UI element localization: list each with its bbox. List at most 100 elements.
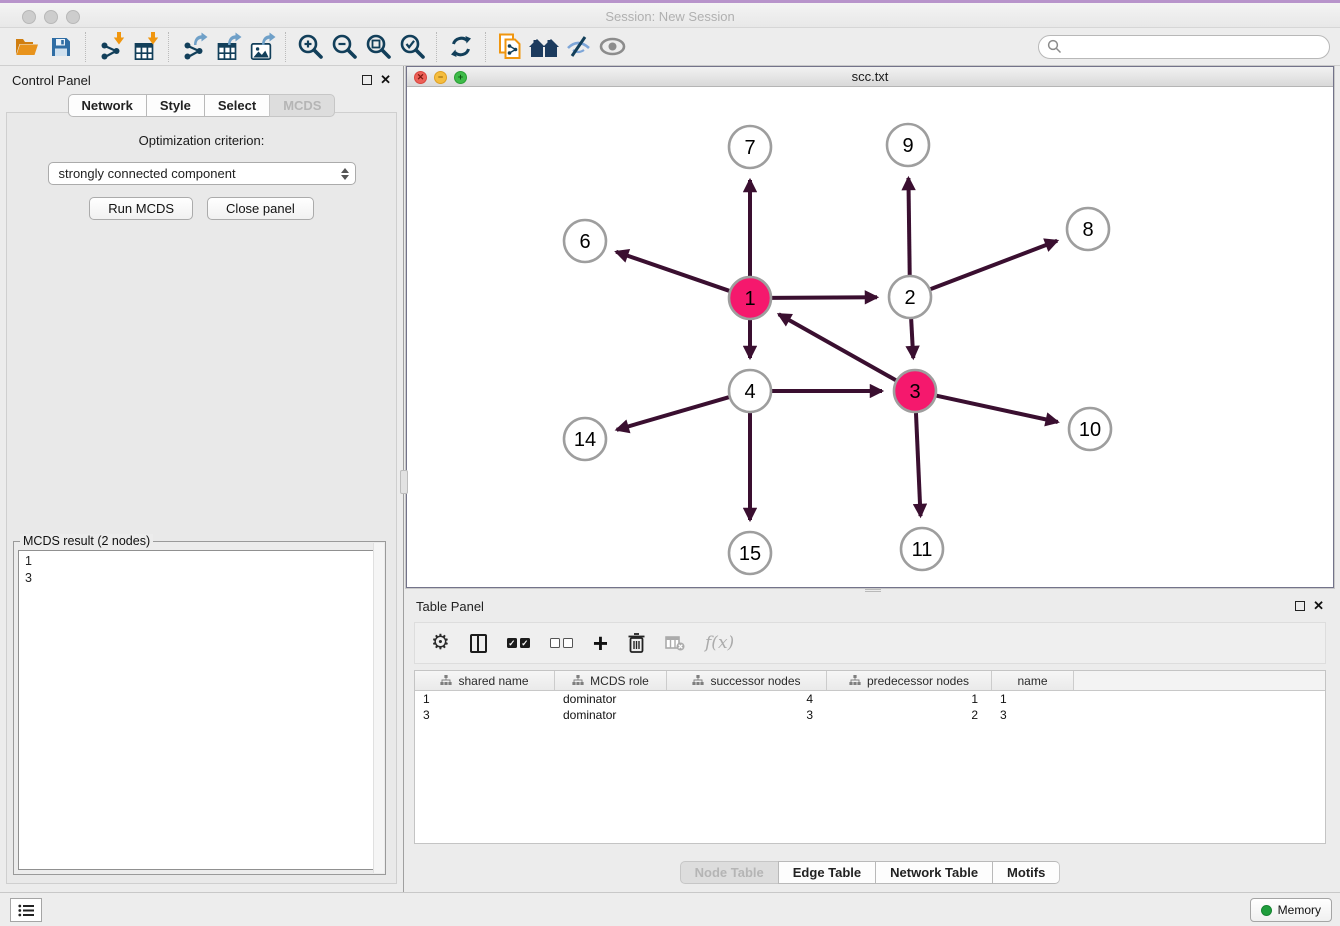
edge-1-2[interactable] bbox=[772, 297, 877, 298]
network-graph-canvas[interactable]: 7 9 6 8 1 2 4 3 14 10 15 11 bbox=[407, 87, 1333, 587]
search-box[interactable] bbox=[1038, 35, 1330, 59]
tab-network-table[interactable]: Network Table bbox=[875, 861, 992, 884]
run-mcds-button[interactable]: Run MCDS bbox=[89, 197, 193, 220]
memory-status-icon bbox=[1261, 905, 1272, 916]
network-close-icon[interactable]: ✕ bbox=[414, 71, 427, 84]
export-table-icon[interactable] bbox=[210, 31, 244, 63]
zoom-in-icon[interactable] bbox=[293, 31, 327, 63]
import-network-icon[interactable] bbox=[93, 31, 127, 63]
save-session-icon[interactable] bbox=[44, 31, 78, 63]
graph-node-8[interactable]: 8 bbox=[1067, 208, 1109, 250]
table-panel-title: Table Panel bbox=[416, 599, 484, 614]
show-columns-icon[interactable] bbox=[470, 628, 487, 658]
tab-network[interactable]: Network bbox=[68, 94, 146, 117]
tab-style[interactable]: Style bbox=[146, 94, 204, 117]
cell-successor-nodes[interactable]: 4 bbox=[667, 691, 827, 707]
edge-2-3[interactable] bbox=[911, 319, 913, 358]
export-image-icon[interactable] bbox=[244, 31, 278, 63]
control-panel-title: Control Panel bbox=[12, 73, 91, 88]
panel-splitter-grip[interactable] bbox=[400, 470, 408, 494]
memory-button[interactable]: Memory bbox=[1250, 898, 1332, 922]
cell-MCDS-role[interactable]: dominator bbox=[555, 707, 667, 723]
column-header-predecessor-nodes[interactable]: predecessor nodes bbox=[827, 671, 992, 690]
criterion-select[interactable]: strongly connected component bbox=[48, 162, 356, 185]
edge-2-9[interactable] bbox=[908, 178, 909, 275]
cell-MCDS-role[interactable]: dominator bbox=[555, 691, 667, 707]
graph-node-11[interactable]: 11 bbox=[901, 528, 943, 570]
edge-3-11[interactable] bbox=[916, 413, 921, 516]
edge-3-10[interactable] bbox=[936, 396, 1057, 422]
cell-name[interactable]: 1 bbox=[992, 691, 1074, 707]
zoom-selected-icon[interactable] bbox=[395, 31, 429, 63]
mcds-result-group: MCDS result (2 nodes) 1 3 bbox=[13, 541, 386, 875]
table-row[interactable]: 1dominator411 bbox=[415, 691, 1325, 707]
tab-mcds[interactable]: MCDS bbox=[269, 94, 335, 117]
import-arrow-icon bbox=[147, 32, 159, 45]
graph-node-2[interactable]: 2 bbox=[889, 276, 931, 318]
show-panels-icon[interactable] bbox=[595, 31, 629, 63]
edge-4-14[interactable] bbox=[617, 397, 729, 430]
graph-node-4[interactable]: 4 bbox=[729, 370, 771, 412]
mcds-result-text[interactable]: 1 3 bbox=[18, 550, 381, 870]
result-scrollbar[interactable] bbox=[373, 543, 384, 873]
delete-column-icon[interactable] bbox=[628, 628, 645, 658]
cell-successor-nodes[interactable]: 3 bbox=[667, 707, 827, 723]
node-table[interactable]: shared nameMCDS rolesuccessor nodesprede… bbox=[414, 670, 1326, 844]
zoom-out-icon[interactable] bbox=[327, 31, 361, 63]
attribute-type-icon bbox=[572, 675, 584, 686]
column-header-name[interactable]: name bbox=[992, 671, 1074, 690]
cell-shared-name[interactable]: 3 bbox=[415, 707, 555, 723]
import-table-icon[interactable] bbox=[127, 31, 161, 63]
network-file-icon[interactable] bbox=[493, 31, 527, 63]
float-window-icon[interactable] bbox=[1295, 601, 1305, 611]
edge-3-1[interactable] bbox=[779, 314, 896, 380]
open-session-icon[interactable] bbox=[10, 31, 44, 63]
window-title: Session: New Session bbox=[0, 9, 1340, 24]
column-header-successor-nodes[interactable]: successor nodes bbox=[667, 671, 827, 690]
apply-layout-icon[interactable] bbox=[444, 31, 478, 63]
float-window-icon[interactable] bbox=[362, 75, 372, 85]
add-column-icon[interactable]: + bbox=[593, 628, 608, 658]
graph-node-6[interactable]: 6 bbox=[564, 220, 606, 262]
select-all-icon[interactable]: ✓✓ bbox=[507, 628, 530, 658]
tab-node-table[interactable]: Node Table bbox=[680, 861, 778, 884]
network-window-titlebar[interactable]: ✕ − + scc.txt bbox=[407, 67, 1333, 87]
tab-select[interactable]: Select bbox=[204, 94, 269, 117]
hide-panels-icon[interactable] bbox=[561, 31, 595, 63]
clear-selection-icon[interactable] bbox=[550, 628, 573, 658]
control-panel-tabs: NetworkStyleSelectMCDS bbox=[0, 94, 403, 117]
close-panel-button[interactable]: Close panel bbox=[207, 197, 314, 220]
graph-node-9[interactable]: 9 bbox=[887, 124, 929, 166]
toolbar-separator bbox=[168, 32, 169, 62]
close-icon[interactable]: ✕ bbox=[1313, 601, 1324, 611]
graph-node-3[interactable]: 3 bbox=[894, 370, 936, 412]
cell-predecessor-nodes[interactable]: 2 bbox=[827, 707, 992, 723]
network-minimize-icon[interactable]: − bbox=[434, 71, 447, 84]
network-maximize-icon[interactable]: + bbox=[454, 71, 467, 84]
graph-node-14[interactable]: 14 bbox=[564, 418, 606, 460]
node-label: 7 bbox=[744, 137, 755, 159]
node-label: 14 bbox=[574, 429, 596, 451]
table-tabs: Node TableEdge TableNetwork TableMotifs bbox=[406, 861, 1334, 884]
edge-1-6[interactable] bbox=[616, 252, 729, 291]
settings-gear-icon[interactable]: ⚙ bbox=[431, 628, 450, 658]
cell-predecessor-nodes[interactable]: 1 bbox=[827, 691, 992, 707]
column-header-shared-name[interactable]: shared name bbox=[415, 671, 555, 690]
cell-name[interactable]: 3 bbox=[992, 707, 1074, 723]
task-history-button[interactable] bbox=[10, 898, 42, 922]
home-icon[interactable] bbox=[527, 31, 561, 63]
graph-node-1[interactable]: 1 bbox=[729, 277, 771, 319]
edge-2-8[interactable] bbox=[931, 241, 1058, 289]
graph-node-10[interactable]: 10 bbox=[1069, 408, 1111, 450]
table-row[interactable]: 3dominator323 bbox=[415, 707, 1325, 723]
tab-motifs[interactable]: Motifs bbox=[992, 861, 1060, 884]
search-input[interactable] bbox=[1062, 39, 1321, 54]
close-icon[interactable]: ✕ bbox=[380, 75, 391, 85]
tab-edge-table[interactable]: Edge Table bbox=[778, 861, 875, 884]
zoom-fit-icon[interactable] bbox=[361, 31, 395, 63]
column-header-MCDS-role[interactable]: MCDS role bbox=[555, 671, 667, 690]
graph-node-15[interactable]: 15 bbox=[729, 532, 771, 574]
cell-shared-name[interactable]: 1 bbox=[415, 691, 555, 707]
graph-node-7[interactable]: 7 bbox=[729, 126, 771, 168]
export-network-icon[interactable] bbox=[176, 31, 210, 63]
